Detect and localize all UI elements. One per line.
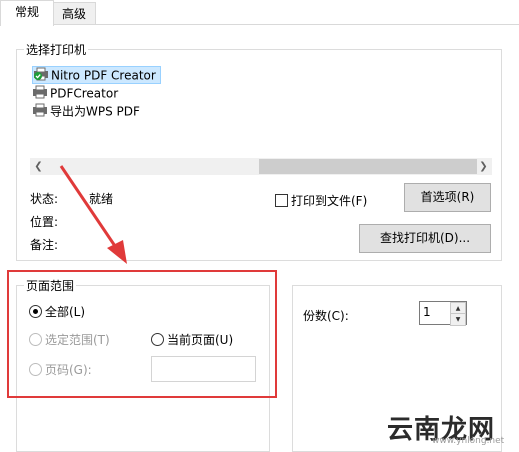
printer-group-legend: 选择打印机 (24, 41, 89, 58)
location-label: 位置: (30, 215, 59, 229)
printer-name: Nitro PDF Creator (51, 68, 156, 83)
scroll-left-icon[interactable]: ❮ (30, 158, 47, 175)
tab-general[interactable]: 常规 (0, 0, 54, 26)
annotation-arrow-icon (59, 165, 127, 264)
printer-name: PDFCreator (50, 86, 119, 101)
decrement-icon[interactable]: ▼ (450, 313, 466, 326)
print-to-file-label: 打印到文件(F) (291, 194, 368, 208)
printer-icon (32, 85, 48, 103)
printer-item-nitro[interactable]: Nitro PDF Creator (32, 66, 161, 84)
printer-name: 导出为WPS PDF (50, 104, 140, 119)
tab-advanced[interactable]: 高级 (52, 2, 96, 25)
find-printer-button[interactable]: 查找打印机(D)... (359, 224, 491, 253)
copies-value: 1 (423, 305, 431, 319)
scroll-right-icon[interactable]: ❯ (475, 158, 492, 175)
printer-item-wps[interactable]: 导出为WPS PDF (32, 103, 140, 119)
comment-label: 备注: (30, 238, 59, 252)
copies-label: 份数(C): (303, 309, 349, 323)
watermark-url: www.ynlong.net (432, 436, 505, 446)
annotation-highlight-box (7, 270, 277, 398)
tab-divider (0, 24, 519, 25)
printer-item-pdfcreator[interactable]: PDFCreator (32, 85, 118, 101)
printer-icon (32, 103, 48, 121)
preferences-button[interactable]: 首选项(R) (404, 183, 491, 212)
print-to-file-checkbox[interactable] (275, 194, 288, 207)
printer-default-icon (33, 67, 49, 85)
copies-stepper[interactable]: 1 ▲ ▼ (419, 301, 467, 326)
tab-bar: 常规 高级 (0, 0, 519, 26)
scroll-thumb[interactable] (259, 159, 477, 174)
status-label: 状态: (30, 192, 59, 206)
